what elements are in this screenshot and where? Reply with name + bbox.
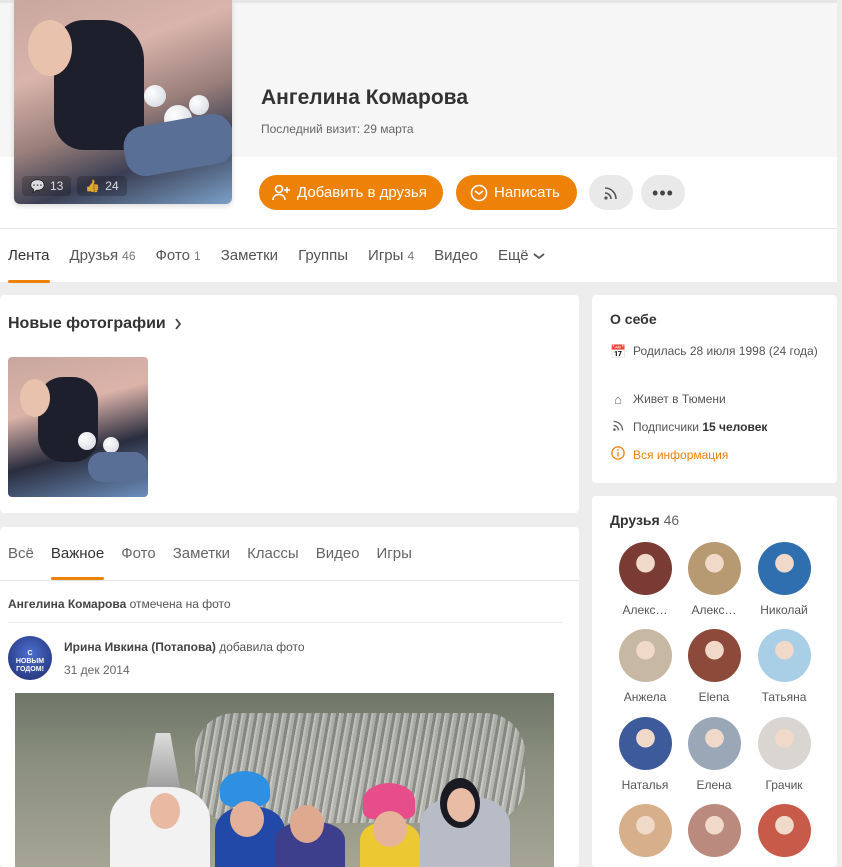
divider — [0, 580, 579, 581]
about-title: О себе — [610, 311, 657, 327]
last-visit: Последний визит: 29 марта — [261, 122, 414, 136]
tab-video[interactable]: Видео — [434, 229, 478, 283]
friend-avatar[interactable] — [618, 542, 672, 595]
all-info-link[interactable]: Вся информация — [610, 446, 820, 465]
friend-avatar[interactable] — [618, 717, 672, 770]
friend-avatar[interactable] — [618, 629, 672, 682]
subscribe-button[interactable] — [589, 175, 633, 210]
friend-item[interactable]: Алекс… — [610, 542, 680, 617]
friend-name: Анжела — [623, 690, 667, 704]
tab-games[interactable]: Игры 4 — [368, 229, 414, 283]
profile-name: Ангелина Комарова — [261, 86, 468, 109]
friend-avatar[interactable] — [757, 804, 811, 857]
about-birthday: 📅 Родилась 28 июля 1998 (24 года) — [610, 344, 818, 359]
friend-item[interactable] — [679, 804, 749, 865]
feed-tab-all[interactable]: Всё — [8, 527, 34, 580]
friend-avatar[interactable] — [618, 804, 672, 857]
tab-more[interactable]: Ещё — [498, 229, 546, 283]
friend-name: Наталья — [621, 778, 669, 792]
friend-item[interactable] — [749, 804, 819, 865]
friend-item[interactable]: Грачик — [749, 717, 819, 792]
rss-icon — [610, 418, 626, 437]
more-button[interactable]: ••• — [641, 175, 685, 210]
friend-avatar[interactable] — [687, 629, 741, 682]
avatar-comments[interactable]: 💬 13 — [22, 176, 72, 196]
friend-name: Николай — [760, 603, 808, 617]
tab-groups[interactable]: Группы — [298, 229, 348, 283]
tab-friends[interactable]: Друзья 46 — [70, 229, 136, 283]
avatar-likes-count: 24 — [105, 179, 119, 193]
friend-item[interactable] — [610, 804, 680, 865]
note-author-link[interactable]: Ангелина Комарова — [8, 597, 126, 611]
chevron-right-icon — [175, 318, 181, 330]
friends-title[interactable]: Друзья 46 — [610, 512, 679, 528]
more-icon: ••• — [652, 182, 674, 203]
chevron-down-icon — [533, 252, 545, 259]
tab-feed[interactable]: Лента — [8, 229, 50, 283]
message-icon — [470, 184, 488, 201]
add-friend-button[interactable]: Добавить в друзья — [259, 175, 443, 210]
friend-name: Елена — [696, 778, 732, 792]
friend-name: Алекс… — [691, 603, 737, 617]
friend-item[interactable]: Татьяна — [749, 629, 819, 704]
friend-avatar[interactable] — [757, 542, 811, 595]
about-card: О себе 📅 Родилась 28 июля 1998 (24 года)… — [592, 295, 837, 483]
like-icon: 👍 — [85, 179, 101, 193]
post-photo[interactable] — [15, 693, 554, 867]
add-friend-label: Добавить в друзья — [297, 184, 427, 201]
post-author: Ирина Ивкина (Потапова) добавила фото — [64, 640, 305, 654]
friend-item[interactable]: Елена — [679, 717, 749, 792]
post-author-link[interactable]: Ирина Ивкина (Потапова) — [64, 640, 216, 654]
friend-name: Алекс… — [622, 603, 668, 617]
tab-photos[interactable]: Фото 1 — [156, 229, 201, 283]
divider — [8, 622, 563, 623]
friend-avatar[interactable] — [757, 717, 811, 770]
feed-tabs: Всё Важное Фото Заметки Классы Видео Игр… — [8, 527, 429, 580]
feed-tab-photo[interactable]: Фото — [121, 527, 155, 580]
about-subscribers[interactable]: Подписчики 15 человек — [610, 418, 820, 437]
friend-item[interactable]: Алекс… — [679, 542, 749, 617]
new-photo-thumbnail[interactable] — [8, 357, 148, 497]
profile-header: 💬 13 👍 24 Ангелина Комарова Последний ви… — [0, 0, 837, 283]
avatar-comments-count: 13 — [49, 179, 64, 193]
add-user-icon — [272, 184, 290, 200]
profile-nav: Лента Друзья 46 Фото 1 Заметки Группы Игры… — [0, 228, 837, 283]
calendar-icon: 📅 — [610, 344, 627, 359]
friend-item[interactable]: Наталья — [610, 717, 680, 792]
rss-icon — [604, 186, 617, 200]
post-date[interactable]: 31 дек 2014 — [64, 663, 130, 677]
new-photos-title[interactable]: Новые фотографии — [8, 315, 182, 333]
info-icon — [610, 446, 626, 465]
friend-name: Грачик — [765, 778, 803, 792]
message-label: Написать — [494, 184, 560, 201]
tab-notes[interactable]: Заметки — [221, 229, 278, 283]
feed-tab-classes[interactable]: Классы — [247, 527, 299, 580]
message-button[interactable]: Написать — [456, 175, 577, 210]
post-author-avatar[interactable]: С НОВЫМ ГОДОМ! — [8, 636, 52, 680]
friend-name: Татьяна — [761, 690, 807, 704]
friend-avatar[interactable] — [687, 804, 741, 857]
feed-tab-notes[interactable]: Заметки — [173, 527, 230, 580]
friend-avatar[interactable] — [757, 629, 811, 682]
friend-avatar[interactable] — [687, 717, 741, 770]
feed-card: Всё Важное Фото Заметки Классы Видео Игр… — [0, 527, 579, 867]
comment-icon: 💬 — [30, 179, 45, 193]
feed-tab-games[interactable]: Игры — [377, 527, 412, 580]
avatar-likes[interactable]: 👍 24 — [77, 176, 127, 196]
new-photos-card: Новые фотографии — [0, 295, 579, 513]
about-city: ⌂ Живет в Тюмени — [610, 390, 820, 409]
profile-avatar[interactable]: 💬 13 👍 24 — [14, 0, 232, 204]
friend-item[interactable]: Анжела — [610, 629, 680, 704]
home-icon: ⌂ — [614, 392, 622, 407]
feed-note: Ангелина Комарова отмечена на фото — [8, 597, 231, 611]
friend-name: Elena — [698, 690, 730, 704]
friends-card: Друзья 46 Алекс… Алекс… Николай Анжела Elena… — [592, 496, 837, 867]
feed-tab-video[interactable]: Видео — [316, 527, 360, 580]
friend-avatar[interactable] — [687, 542, 741, 595]
friend-item[interactable]: Elena — [679, 629, 749, 704]
feed-tab-important[interactable]: Важное — [50, 527, 105, 580]
friend-item[interactable]: Николай — [749, 542, 819, 617]
